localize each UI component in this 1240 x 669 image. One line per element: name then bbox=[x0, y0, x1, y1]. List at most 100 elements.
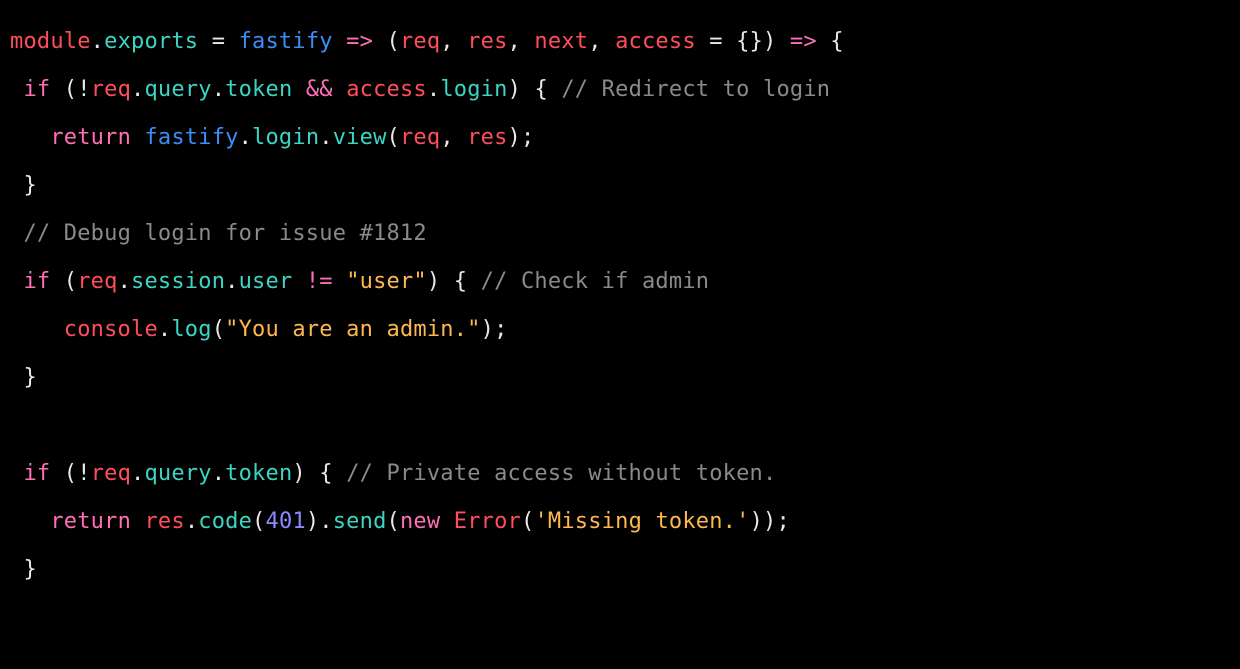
code-token bbox=[333, 29, 346, 54]
code-token: ); bbox=[508, 125, 535, 150]
code-token: . bbox=[212, 77, 225, 102]
code-token: = bbox=[198, 29, 238, 54]
code-block: module.exports = fastify => (req, res, n… bbox=[0, 0, 1240, 604]
code-token: return bbox=[50, 509, 131, 534]
code-token: && bbox=[306, 77, 333, 102]
code-token: "user" bbox=[346, 269, 427, 294]
code-token: next bbox=[534, 29, 588, 54]
code-token: new bbox=[400, 509, 440, 534]
code-token: res bbox=[467, 125, 507, 150]
code-token bbox=[333, 269, 346, 294]
code-token: ); bbox=[481, 317, 508, 342]
code-token bbox=[10, 509, 50, 534]
code-token: fastify bbox=[239, 29, 333, 54]
code-token: )); bbox=[750, 509, 790, 534]
code-token: module bbox=[10, 29, 91, 54]
code-token: => bbox=[790, 29, 817, 54]
code-line: return res.code(401).send(new Error('Mis… bbox=[10, 509, 790, 534]
code-line: if (!req.query.token) { // Private acces… bbox=[10, 461, 776, 486]
code-token: if bbox=[23, 269, 50, 294]
code-token: ) { bbox=[427, 269, 481, 294]
code-line: // Debug login for issue #1812 bbox=[10, 221, 427, 246]
code-token bbox=[10, 125, 50, 150]
code-line: if (!req.query.token && access.login) { … bbox=[10, 77, 830, 102]
code-token: query bbox=[144, 77, 211, 102]
code-token: . bbox=[158, 317, 171, 342]
code-token bbox=[131, 125, 144, 150]
code-token: , bbox=[440, 29, 467, 54]
code-token: login bbox=[440, 77, 507, 102]
code-token: 'Missing token.' bbox=[534, 509, 749, 534]
code-token: ( bbox=[252, 509, 265, 534]
code-line: } bbox=[10, 173, 37, 198]
code-token: access bbox=[615, 29, 696, 54]
code-token bbox=[131, 509, 144, 534]
code-token: token bbox=[225, 77, 292, 102]
code-token: . bbox=[131, 461, 144, 486]
code-token: console bbox=[64, 317, 158, 342]
code-token: req bbox=[400, 125, 440, 150]
code-token: != bbox=[306, 269, 333, 294]
code-token: . bbox=[118, 269, 131, 294]
code-token: ( bbox=[373, 29, 400, 54]
code-token: // Redirect to login bbox=[561, 77, 830, 102]
code-token: . bbox=[185, 509, 198, 534]
code-token: view bbox=[333, 125, 387, 150]
code-token: ( bbox=[212, 317, 225, 342]
code-token bbox=[10, 317, 64, 342]
code-token: login bbox=[252, 125, 319, 150]
code-token: ) { bbox=[292, 461, 346, 486]
code-token bbox=[292, 269, 305, 294]
code-token: . bbox=[91, 29, 104, 54]
code-token: code bbox=[198, 509, 252, 534]
code-token: . bbox=[239, 125, 252, 150]
code-line: } bbox=[10, 557, 37, 582]
code-token: req bbox=[91, 77, 131, 102]
code-line: module.exports = fastify => (req, res, n… bbox=[10, 29, 844, 54]
code-token: ( bbox=[387, 509, 400, 534]
code-token: token bbox=[225, 461, 292, 486]
code-token: Error bbox=[454, 509, 521, 534]
code-token: , bbox=[508, 29, 535, 54]
code-line: return fastify.login.view(req, res); bbox=[10, 125, 534, 150]
code-token bbox=[10, 77, 23, 102]
code-token: (! bbox=[50, 77, 90, 102]
code-token: "You are an admin." bbox=[225, 317, 480, 342]
code-line: } bbox=[10, 365, 37, 390]
code-line: if (req.session.user != "user") { // Che… bbox=[10, 269, 709, 294]
code-token: ( bbox=[387, 125, 400, 150]
code-token: } bbox=[10, 365, 37, 390]
code-token: req bbox=[400, 29, 440, 54]
code-token bbox=[10, 221, 23, 246]
code-token: . bbox=[212, 461, 225, 486]
code-token: return bbox=[50, 125, 131, 150]
code-token: } bbox=[10, 173, 37, 198]
code-token: , bbox=[440, 125, 467, 150]
code-token bbox=[292, 77, 305, 102]
code-token: { bbox=[817, 29, 844, 54]
code-token: ( bbox=[50, 269, 77, 294]
code-token: access bbox=[346, 77, 427, 102]
code-token: . bbox=[131, 77, 144, 102]
code-token: res bbox=[467, 29, 507, 54]
code-token: query bbox=[144, 461, 211, 486]
code-token: session bbox=[131, 269, 225, 294]
code-token: // Check if admin bbox=[481, 269, 710, 294]
code-token: fastify bbox=[144, 125, 238, 150]
code-token: . bbox=[427, 77, 440, 102]
code-token: // Private access without token. bbox=[346, 461, 776, 486]
code-line: console.log("You are an admin."); bbox=[10, 317, 508, 342]
code-token: log bbox=[171, 317, 211, 342]
code-token: , bbox=[588, 29, 615, 54]
code-token: user bbox=[239, 269, 293, 294]
code-token: => bbox=[346, 29, 373, 54]
code-token: exports bbox=[104, 29, 198, 54]
code-token: // Debug login for issue #1812 bbox=[23, 221, 426, 246]
code-token: send bbox=[333, 509, 387, 534]
code-token: . bbox=[225, 269, 238, 294]
code-token: = {}) bbox=[696, 29, 790, 54]
code-token: ). bbox=[306, 509, 333, 534]
code-token bbox=[333, 77, 346, 102]
code-token: } bbox=[10, 557, 37, 582]
code-token: (! bbox=[50, 461, 90, 486]
